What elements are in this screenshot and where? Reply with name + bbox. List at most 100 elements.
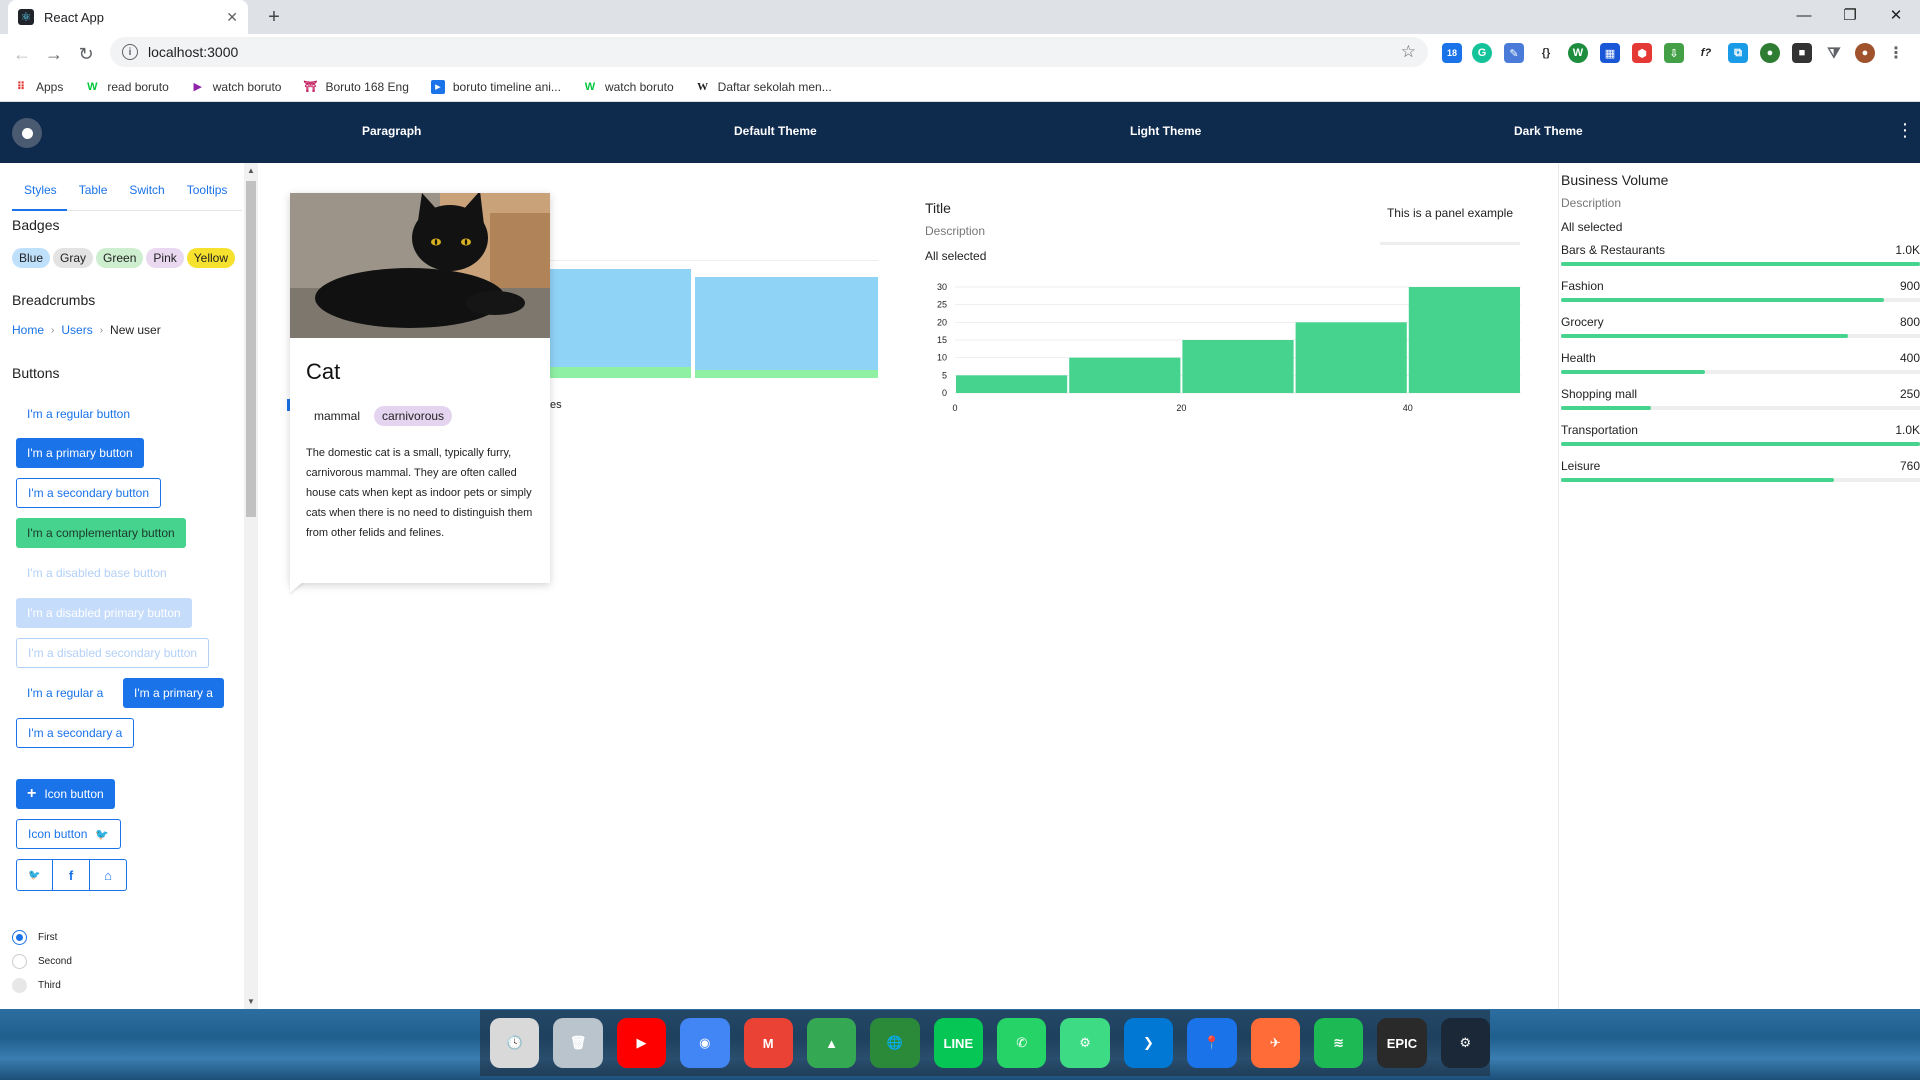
tab-tooltips[interactable]: Tooltips [175, 173, 238, 211]
nav-dark-theme[interactable]: Dark Theme [1514, 124, 1583, 138]
new-tab-button[interactable]: + [262, 5, 286, 29]
steam-icon[interactable]: ⚙ [1440, 1018, 1490, 1068]
bookmark-star-icon[interactable]: ☆ [1401, 42, 1416, 62]
more-menu-icon[interactable]: ⋮ [1896, 120, 1914, 141]
dark-extension-icon[interactable]: ■ [1792, 43, 1812, 63]
bookmark-watch-boruto-2[interactable]: W watch boruto [583, 80, 674, 94]
business-volume-row[interactable]: Grocery 800 [1561, 315, 1920, 351]
nav-light-theme[interactable]: Light Theme [1130, 124, 1201, 138]
browser-menu-icon[interactable]: ⋮ [1886, 43, 1906, 63]
browser-tab[interactable]: ⚛ React App ✕ [8, 0, 248, 34]
clock-app-icon[interactable]: 🕓 [490, 1018, 540, 1068]
puzzle-extensions-icon[interactable]: ⧩ [1824, 43, 1844, 63]
nav-paragraph[interactable]: Paragraph [362, 124, 421, 138]
json-viewer-icon[interactable]: {} [1536, 43, 1556, 63]
scroll-up-icon[interactable]: ▲ [247, 166, 255, 175]
scrollbar-thumb[interactable] [246, 181, 256, 517]
icon-button-twitter[interactable]: Icon button 🐦 [16, 819, 122, 849]
tab-table[interactable]: Table [67, 173, 118, 211]
radio-first[interactable]: First [12, 930, 57, 945]
back-arrow-icon[interactable]: ← [10, 42, 34, 66]
reload-icon[interactable]: ↻ [74, 42, 98, 66]
bookmark-read-boruto[interactable]: W read boruto [85, 80, 169, 94]
spotify-icon[interactable]: ≋ [1313, 1018, 1364, 1068]
radio-second[interactable]: Second [12, 954, 72, 969]
facebook-button[interactable]: f [53, 859, 90, 891]
android-studio-icon[interactable]: ⚙ [1060, 1018, 1110, 1068]
sidebar-scrollbar[interactable]: ▲ ▼ [244, 163, 258, 1009]
download-icon[interactable]: ⇩ [1664, 43, 1684, 63]
business-volume-row[interactable]: Health 400 [1561, 351, 1920, 387]
tab-switch[interactable]: Switch [117, 173, 174, 211]
icon-button-plus[interactable]: + Icon button [16, 779, 115, 809]
url-text[interactable]: localhost:3000 [148, 44, 1401, 60]
primary-a-link[interactable]: I'm a primary a [123, 678, 224, 708]
complementary-button[interactable]: I'm a complementary button [16, 518, 186, 548]
y-tick-label: 15 [937, 335, 947, 345]
minimize-icon[interactable]: — [1781, 0, 1827, 30]
progress-track [1561, 262, 1920, 266]
tab-styles[interactable]: Styles [12, 173, 67, 211]
wordpress-icon[interactable]: W [1568, 43, 1588, 63]
font-icon[interactable]: f? [1696, 43, 1716, 63]
bookmark-boruto-timeline[interactable]: ▸ boruto timeline ani... [430, 79, 561, 94]
forward-arrow-icon[interactable]: → [42, 42, 66, 66]
home-button[interactable]: ⌂ [90, 859, 127, 891]
chrome-icon[interactable]: ◉ [680, 1018, 730, 1068]
secondary-a-link[interactable]: I'm a secondary a [16, 718, 135, 748]
line-icon[interactable]: LINE [933, 1018, 983, 1068]
gmail-icon[interactable]: M [743, 1018, 793, 1068]
profile-avatar[interactable]: ● [1855, 43, 1875, 63]
calendar-icon[interactable]: ▦ [1600, 43, 1620, 63]
progress-track [1561, 478, 1920, 482]
histogram-bar[interactable] [1408, 287, 1520, 393]
row-label: Health [1561, 351, 1596, 365]
postman-icon[interactable]: ✈ [1250, 1018, 1300, 1068]
screen-capture-icon[interactable]: ⧉ [1728, 43, 1748, 63]
extension-badge-icon[interactable]: 18 [1442, 43, 1462, 63]
twitter-button[interactable]: 🐦 [16, 859, 53, 891]
histogram-bar[interactable] [956, 375, 1068, 393]
scroll-down-icon[interactable]: ▼ [247, 997, 255, 1006]
whatsapp-icon[interactable]: ✆ [997, 1018, 1047, 1068]
radio-third[interactable]: Third [12, 978, 61, 993]
site-info-icon[interactable]: i [122, 44, 138, 60]
nav-default-theme[interactable]: Default Theme [734, 124, 817, 138]
globe-extension-icon[interactable]: ● [1760, 43, 1780, 63]
youtube-icon[interactable]: ▶ [616, 1018, 667, 1068]
histogram-bar[interactable] [1182, 340, 1294, 393]
card-tags: mammal carnivorous [306, 406, 453, 426]
primary-button[interactable]: I'm a primary button [16, 438, 144, 468]
histogram-bar[interactable] [1295, 322, 1407, 393]
restore-icon[interactable]: ❐ [1827, 0, 1873, 30]
business-volume-row[interactable]: Shopping mall 250 [1561, 387, 1920, 423]
business-volume-row[interactable]: Fashion 900 [1561, 279, 1920, 315]
breadcrumb-home[interactable]: Home [12, 323, 44, 337]
app-logo-icon[interactable] [12, 118, 42, 148]
regular-button[interactable]: I'm a regular button [16, 399, 141, 429]
cat-popover-card: Cat mammal carnivorous The domestic cat … [290, 193, 550, 593]
internet-download-manager-icon[interactable]: 🌐 [870, 1018, 920, 1068]
business-volume-row[interactable]: Bars & Restaurants 1.0K [1561, 243, 1920, 279]
color-picker-icon[interactable]: ✎ [1504, 43, 1524, 63]
grammarly-icon[interactable]: G [1472, 43, 1492, 63]
bookmark-watch-boruto[interactable]: ▶ watch boruto [191, 80, 282, 94]
bookmark-daftar-sekolah[interactable]: W Daftar sekolah men... [696, 80, 832, 94]
bookmark-apps[interactable]: ⠿ Apps [14, 80, 64, 94]
google-drive-icon[interactable]: ▲ [806, 1018, 857, 1068]
close-tab-icon[interactable]: ✕ [226, 9, 238, 26]
histogram-bar[interactable] [1069, 357, 1181, 393]
breadcrumb-users[interactable]: Users [61, 323, 92, 337]
secondary-button[interactable]: I'm a secondary button [16, 478, 162, 508]
bookmark-boruto-168[interactable]: ⛩ Boruto 168 Eng [303, 80, 408, 94]
business-volume-row[interactable]: Leisure 760 [1561, 459, 1920, 495]
maps-pin-icon[interactable]: 📍 [1187, 1018, 1237, 1068]
trash-icon[interactable]: 🗑 [553, 1018, 603, 1068]
vscode-icon[interactable]: ❯ [1123, 1018, 1174, 1068]
address-bar[interactable]: i localhost:3000 ☆ [110, 37, 1428, 67]
epic-games-icon[interactable]: EPIC [1377, 1018, 1427, 1068]
shield-icon[interactable]: ⬢ [1632, 43, 1652, 63]
window-close-icon[interactable]: ✕ [1873, 0, 1919, 30]
regular-a-link[interactable]: I'm a regular a [16, 678, 114, 708]
business-volume-row[interactable]: Transportation 1.0K [1561, 423, 1920, 459]
